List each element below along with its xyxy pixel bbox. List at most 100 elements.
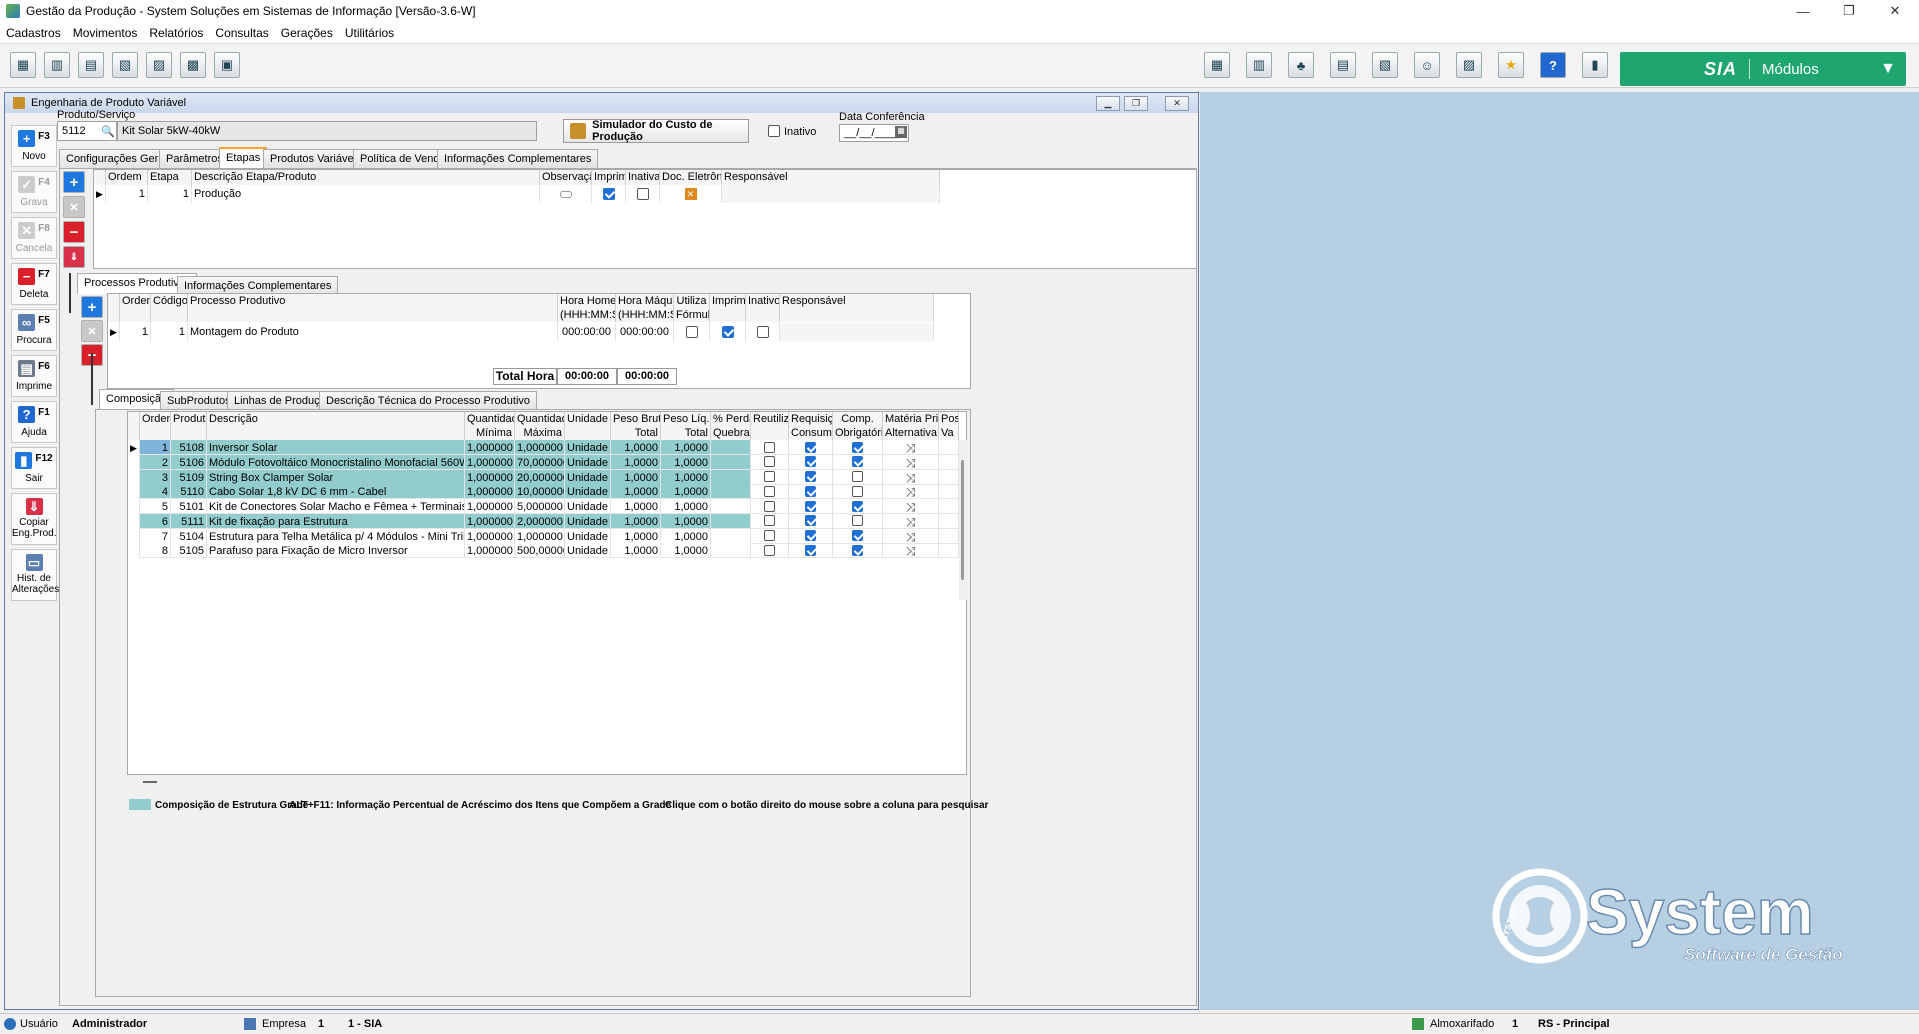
- col-proc-imprimir[interactable]: Imprimir: [710, 294, 746, 322]
- calendar-icon[interactable]: ▧: [1372, 52, 1398, 78]
- cell-unidade[interactable]: Unidade: [565, 499, 611, 514]
- cell-perda[interactable]: [711, 469, 751, 485]
- book-icon[interactable]: ▨: [1456, 52, 1482, 78]
- new-button[interactable]: + F3 Novo: [11, 125, 57, 167]
- cell-perda[interactable]: [711, 454, 751, 470]
- cell-reutiliza[interactable]: [751, 543, 789, 559]
- observacao-icon[interactable]: [540, 185, 592, 203]
- col-proc-ordem[interactable]: Ordem: [120, 294, 151, 322]
- cell-requisicao-consumo[interactable]: [789, 484, 833, 500]
- cell-poss-va[interactable]: [939, 499, 959, 514]
- cell-peso-liq[interactable]: 1,0000: [661, 469, 711, 485]
- building-icon[interactable]: ▥: [1246, 52, 1272, 78]
- cell-unidade[interactable]: Unidade: [565, 440, 611, 455]
- cell-inativa[interactable]: [626, 185, 660, 203]
- cell-unidade[interactable]: Unidade: [565, 484, 611, 500]
- save-button[interactable]: ✓ F4 Grava: [11, 171, 57, 213]
- tab-descricao-tecnica[interactable]: Descrição Técnica do Processo Produtivo: [319, 391, 538, 410]
- cell-requisicao-consumo[interactable]: [789, 469, 833, 485]
- col-comp-produto[interactable]: Produto: [171, 412, 207, 440]
- cell-reutiliza[interactable]: [751, 528, 789, 544]
- cell-requisicao-consumo[interactable]: [789, 499, 833, 514]
- cell-poss-va[interactable]: [939, 543, 959, 559]
- col-proc-codigo[interactable]: Código: [151, 294, 188, 322]
- child-minimize-button[interactable]: ▁: [1096, 96, 1120, 111]
- user-icon[interactable]: ☺: [1414, 52, 1440, 78]
- col-proc-responsavel[interactable]: Responsável: [780, 294, 934, 322]
- doc-eletronico-icon[interactable]: ✕: [660, 185, 722, 203]
- cell-comp-produto[interactable]: 5111: [171, 513, 207, 529]
- col-poss[interactable]: Poss: [939, 412, 959, 426]
- cell-utiliza-formula[interactable]: [674, 323, 710, 341]
- cell-reutiliza[interactable]: [751, 513, 789, 529]
- col-perda[interactable]: % Perda/: [711, 412, 751, 426]
- cell-comp-ordem[interactable]: 3: [140, 469, 171, 485]
- cell-comp-ordem[interactable]: 4: [140, 484, 171, 500]
- tab-etapas[interactable]: Etapas: [219, 147, 268, 168]
- cell-perda[interactable]: [711, 513, 751, 529]
- calculator-doc-icon[interactable]: ▦: [1204, 52, 1230, 78]
- vertical-scrollbar[interactable]: [959, 440, 967, 600]
- exit-icon[interactable]: ▮: [1582, 52, 1608, 78]
- cell-comp-obrigatoria[interactable]: [833, 469, 883, 485]
- cell-peso-liq[interactable]: 1,0000: [661, 543, 711, 559]
- cell-quantidade-max[interactable]: 70,000000: [515, 454, 565, 470]
- help-icon[interactable]: ?: [1540, 52, 1566, 78]
- cell-requisicao-consumo[interactable]: [789, 440, 833, 455]
- col-doc-eletronico[interactable]: Doc. Eletrônico: [660, 170, 722, 185]
- shuffle-icon[interactable]: ⤨: [883, 499, 939, 514]
- cell-reutiliza[interactable]: [751, 484, 789, 500]
- move-down-button[interactable]: ⇓: [63, 246, 85, 268]
- spreadsheet-icon[interactable]: ▦: [10, 52, 36, 78]
- cell-proc-inativo[interactable]: [746, 323, 780, 341]
- cell-peso-bruto[interactable]: 1,0000: [611, 484, 661, 500]
- exit-button[interactable]: ▮ F12 Sair: [11, 447, 57, 489]
- cell-perda[interactable]: [711, 543, 751, 559]
- document-icon[interactable]: ▧: [112, 52, 138, 78]
- cell-unidade[interactable]: Unidade: [565, 469, 611, 485]
- cell-quantidade-min[interactable]: 1,000000: [465, 499, 515, 514]
- col-requisicao[interactable]: Requisição: [789, 412, 833, 426]
- cell-peso-bruto[interactable]: 1,0000: [611, 543, 661, 559]
- cell-comp-produto[interactable]: 5110: [171, 484, 207, 500]
- cell-requisicao-consumo[interactable]: [789, 528, 833, 544]
- list-icon[interactable]: ▨: [146, 52, 172, 78]
- cell-comp-obrigatoria[interactable]: [833, 499, 883, 514]
- cell-comp-descricao[interactable]: Cabo Solar 1,8 kV DC 6 mm - Cabel: [207, 484, 465, 500]
- org-chart-icon[interactable]: ♣: [1288, 52, 1314, 78]
- cell-comp-obrigatoria[interactable]: [833, 543, 883, 559]
- cell-poss-va[interactable]: [939, 440, 959, 455]
- cell-perda[interactable]: [711, 484, 751, 500]
- cell-peso-liq[interactable]: 1,0000: [661, 528, 711, 544]
- add-etapa-button[interactable]: +: [63, 171, 85, 193]
- cell-comp-descricao[interactable]: Estrutura para Telha Metálica p/ 4 Módul…: [207, 528, 465, 544]
- col-reutiliza[interactable]: Reutiliza: [751, 412, 789, 440]
- cell-quantidade-min[interactable]: 1,000000: [465, 454, 515, 470]
- col-utiliza[interactable]: Utiliza: [674, 294, 710, 308]
- cell-unidade[interactable]: Unidade: [565, 543, 611, 559]
- close-button[interactable]: ✕: [1872, 0, 1918, 22]
- cell-comp-produto[interactable]: 5109: [171, 469, 207, 485]
- col-hora-maquina[interactable]: Hora Máquina: [616, 294, 674, 308]
- cell-comp-obrigatoria[interactable]: [833, 454, 883, 470]
- cell-comp-descricao[interactable]: Kit de Conectores Solar Macho e Fêmea + …: [207, 499, 465, 514]
- inativo-checkbox[interactable]: [768, 125, 780, 138]
- menu-movimentos[interactable]: Movimentos: [73, 26, 138, 40]
- shuffle-icon[interactable]: ⤨: [883, 469, 939, 485]
- cell-peso-bruto[interactable]: 1,0000: [611, 454, 661, 470]
- cell-comp-obrigatoria[interactable]: [833, 440, 883, 455]
- col-descricao-etapa[interactable]: Descrição Etapa/Produto: [192, 170, 540, 185]
- menu-geracoes[interactable]: Gerações: [281, 26, 333, 40]
- cell-perda[interactable]: [711, 528, 751, 544]
- cell-quantidade-min[interactable]: 1,000000: [465, 440, 515, 455]
- cell-comp-produto[interactable]: 5106: [171, 454, 207, 470]
- cell-responsavel[interactable]: [722, 185, 940, 203]
- col-peso-bruto[interactable]: Peso Bruto: [611, 412, 661, 426]
- cell-peso-liq[interactable]: 1,0000: [661, 499, 711, 514]
- cell-comp-descricao[interactable]: Parafuso para Fixação de Micro Inversor: [207, 543, 465, 559]
- col-comp[interactable]: Comp.: [833, 412, 883, 426]
- cell-peso-bruto[interactable]: 1,0000: [611, 499, 661, 514]
- cell-proc-imprimir[interactable]: [710, 323, 746, 341]
- cell-quantidade-max[interactable]: 500,000000: [515, 543, 565, 559]
- cell-peso-bruto[interactable]: 1,0000: [611, 440, 661, 455]
